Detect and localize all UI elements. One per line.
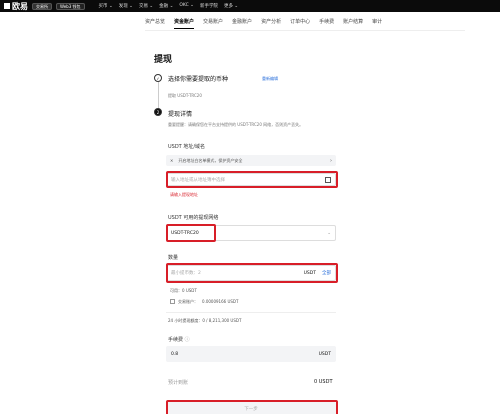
- divider: [166, 312, 336, 313]
- step-connector: [158, 82, 159, 110]
- tab-order-center[interactable]: 订单中心: [290, 18, 310, 25]
- trading-account-checkbox[interactable]: [170, 299, 175, 304]
- tab-fees[interactable]: 手续费: [319, 18, 334, 25]
- nav-item-buy[interactable]: 买币 ⌄: [99, 3, 113, 9]
- network-highlight: [166, 224, 216, 242]
- tab-audit[interactable]: 审计: [372, 18, 382, 25]
- step2-notice: 重要提醒：请确保您在平台支持提供的 USDT-TRC20 网络，否则资产丢失。: [168, 122, 304, 127]
- tab-overview[interactable]: 资产总览: [145, 18, 165, 25]
- fee-field: 0.8 USDT: [166, 346, 336, 362]
- tab-asset-analysis[interactable]: 资产分析: [261, 18, 281, 25]
- trading-account-value: 0.00009166 USDT: [202, 299, 239, 304]
- top-nav: 欧易 交易所 Web3 钱包 买币 ⌄ 发现 ⌄ 交易 ⌄ 金融 ⌄ OKC ⌄…: [0, 0, 500, 12]
- trading-account-label: 交易账户：: [178, 299, 198, 304]
- exchange-tab[interactable]: 交易所: [32, 2, 52, 10]
- step2-label: 提现详情: [168, 111, 193, 118]
- nav-item-finance[interactable]: 金融 ⌄: [159, 3, 173, 9]
- logo-icon: [4, 3, 10, 9]
- whitelist-notice[interactable]: ✕ 开启地址白名单模式，保护资产安全 ›: [166, 155, 336, 166]
- nav-item-more[interactable]: 更多 ⌄: [224, 3, 238, 9]
- re-edit-link[interactable]: 重新编辑: [262, 76, 278, 82]
- fee-label-text: 手续费: [168, 337, 184, 343]
- nav-item-trade[interactable]: 交易 ⌄: [139, 3, 153, 9]
- step1-label: 选择你需要提取的币种: [168, 76, 229, 83]
- tab-finance-account[interactable]: 金融账户: [232, 18, 252, 25]
- fee-value: 0.8: [171, 351, 179, 357]
- fee-label: 手续费 ⓘ: [168, 336, 190, 343]
- amount-highlight: [166, 263, 338, 283]
- chevron-down-icon: ⌄: [327, 230, 331, 236]
- receive-label: 预计到账: [168, 380, 189, 386]
- tab-trading-account[interactable]: 交易账户: [203, 18, 223, 25]
- tab-funding-account[interactable]: 资金账户: [174, 18, 195, 29]
- logo-text: 欧易: [12, 1, 28, 11]
- network-label: USDT 可用的提现网络: [168, 215, 219, 221]
- next-highlight: [166, 400, 338, 414]
- web3-wallet-tab[interactable]: Web3 钱包: [56, 2, 85, 10]
- withdraw-limit: 24 小时提现额度：0 / 8,211,300 USDT: [168, 318, 242, 323]
- info-icon[interactable]: ⓘ: [185, 337, 190, 343]
- whitelist-text: 开启地址白名单模式，保护资产安全: [178, 157, 243, 163]
- nav-item-okc[interactable]: OKC ⌄: [179, 3, 194, 9]
- address-highlight: [166, 171, 338, 188]
- page-title: 提现: [154, 55, 173, 65]
- main-nav: 买币 ⌄ 发现 ⌄ 交易 ⌄ 金融 ⌄ OKC ⌄ 新手学院 更多 ⌄: [99, 3, 239, 9]
- step2-number: 2: [154, 108, 162, 116]
- step1-summary: 提取 USDT-TRC20: [168, 93, 202, 98]
- chevron-right-icon: ›: [330, 157, 332, 164]
- address-error: 请输入提现地址: [170, 192, 198, 197]
- receive-value: 0 USDT: [314, 379, 333, 385]
- available-balance: 可用：0 USDT: [170, 288, 197, 293]
- tab-settlement[interactable]: 账户结算: [343, 18, 363, 25]
- fee-unit: USDT: [318, 351, 331, 357]
- okx-logo[interactable]: 欧易: [4, 1, 28, 12]
- check-icon: ✓: [154, 74, 162, 82]
- nav-item-discover[interactable]: 发现 ⌄: [119, 3, 133, 9]
- asset-subnav: 资产总览 资金账户 交易账户 金融账户 资产分析 订单中心 手续费 账户结算 审…: [145, 13, 465, 31]
- address-label: USDT 地址/域名: [168, 144, 206, 150]
- nav-item-academy[interactable]: 新手学院: [200, 3, 218, 9]
- amount-label: 数量: [168, 255, 179, 261]
- close-icon[interactable]: ✕: [170, 158, 173, 163]
